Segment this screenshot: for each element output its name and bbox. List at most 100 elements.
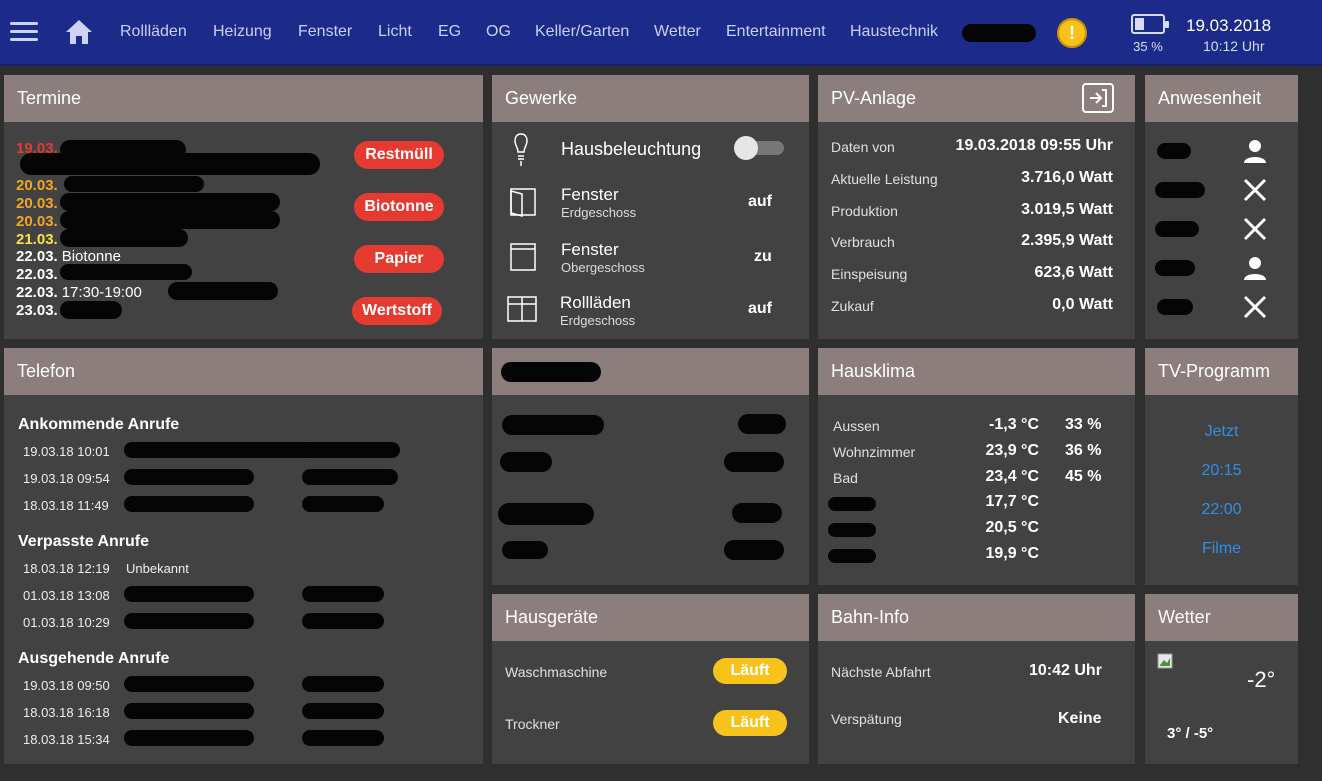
pv-value: 0,0 Watt <box>1052 296 1113 313</box>
nav-keller-garten[interactable]: Keller/Garten <box>535 23 629 41</box>
call-number-redacted <box>302 730 384 746</box>
climate-temp: 19,9 °C <box>985 545 1039 562</box>
call-number-redacted <box>302 469 398 485</box>
climate-label: Bad <box>833 470 858 486</box>
nav-heizung[interactable]: Heizung <box>213 23 272 41</box>
lightbulb-icon <box>514 133 528 166</box>
climate-temp: -1,3 °C <box>989 416 1039 433</box>
row-label: Rollläden <box>560 293 631 312</box>
termin-entry: 20.03. <box>16 213 62 230</box>
call-number-redacted <box>302 703 384 719</box>
nav-rolllaeden[interactable]: Rollläden <box>120 23 187 41</box>
resident-name-redacted <box>1157 143 1191 159</box>
panel-gewerke: Gewerke Hausbeleuchtung Fenster Erdgesch… <box>492 75 809 339</box>
appliance-label: Trockner <box>505 716 560 732</box>
redacted-text <box>20 153 320 175</box>
redacted-text <box>60 229 188 247</box>
termin-date: 20.03. <box>16 213 58 230</box>
light-label: Hausbeleuchtung <box>561 139 702 159</box>
panel-tv-programm: TV-Programm Jetzt 20:15 22:00 Filme <box>1145 348 1298 585</box>
call-time: 18.03.18 16:18 <box>23 705 110 720</box>
call-number-redacted <box>302 586 384 602</box>
panel-bahn-info: Bahn-Info Nächste Abfahrt 10:42 Uhr Vers… <box>818 594 1135 764</box>
badge-biotonne[interactable]: Biotonne <box>354 193 444 221</box>
call-section-title: Verpasste Anrufe <box>18 533 150 550</box>
tv-link[interactable]: Filme <box>1145 540 1298 558</box>
panel-title: Termine <box>4 75 483 122</box>
climate-temp: 17,7 °C <box>985 493 1039 510</box>
call-section-title: Ankommende Anrufe <box>18 416 180 433</box>
termin-entry: 22.03. <box>16 266 62 283</box>
panel-pv-anlage: PV-Anlage Daten von 19.03.2018 09:55 Uhr A… <box>818 75 1135 339</box>
call-time: 19.03.18 09:50 <box>23 678 110 693</box>
termin-entry: 21.03. <box>16 231 62 248</box>
panel-title: TV-Programm <box>1145 348 1298 395</box>
pv-value: 3.019,5 Watt <box>1021 201 1113 218</box>
nav-og[interactable]: OG <box>486 23 511 41</box>
redacted-text <box>60 211 280 229</box>
termin-date: 22.03. <box>16 284 58 301</box>
bahn-value: 10:42 Uhr <box>1029 662 1102 679</box>
home-icon[interactable] <box>64 18 94 46</box>
pv-label: Aktuelle Leistung <box>831 171 938 187</box>
badge-restmuell[interactable]: Restmüll <box>354 141 444 169</box>
call-name: Unbekannt <box>126 561 189 576</box>
pv-value: 3.716,0 Watt <box>1021 169 1113 186</box>
nav-entertainment[interactable]: Entertainment <box>726 23 826 41</box>
call-name-redacted <box>124 496 254 512</box>
nav-licht[interactable]: Licht <box>378 23 412 41</box>
weather-temp: -2° <box>1247 667 1276 692</box>
appliance-status[interactable]: Läuft <box>713 710 787 736</box>
tv-link[interactable]: 22:00 <box>1145 501 1298 519</box>
warning-icon[interactable]: ! <box>1057 18 1087 48</box>
badge-papier[interactable]: Papier <box>354 245 444 273</box>
climate-temp: 20,5 °C <box>985 519 1039 536</box>
pv-label: Produktion <box>831 203 898 219</box>
nav-redacted[interactable] <box>962 24 1036 42</box>
appliance-label: Waschmaschine <box>505 664 608 680</box>
call-time: 01.03.18 10:29 <box>23 615 110 630</box>
call-number-redacted <box>302 496 384 512</box>
tv-link[interactable]: 20:15 <box>1145 462 1298 480</box>
climate-humidity: 33 % <box>1065 416 1102 433</box>
panel-termine: Termine 19.03. 20.03. 20.03. 20.03. 21.03. 22… <box>4 75 483 339</box>
window-closed-icon <box>510 243 536 271</box>
call-number-redacted <box>302 676 384 692</box>
call-time: 19.03.18 10:01 <box>23 444 110 459</box>
battery-level <box>1135 18 1145 30</box>
menu-icon[interactable] <box>10 20 38 42</box>
window-open-icon <box>510 188 536 217</box>
call-name-redacted <box>124 676 254 692</box>
light-toggle[interactable] <box>734 136 784 160</box>
call-name-redacted <box>124 469 254 485</box>
termin-entry: 22.03. Biotonne <box>16 248 121 265</box>
termin-date: 21.03. <box>16 231 58 248</box>
current-date: 19.03.2018 <box>1186 16 1272 35</box>
pv-value: 623,6 Watt <box>1034 264 1113 281</box>
climate-label-redacted <box>828 523 876 537</box>
tv-link[interactable]: Jetzt <box>1145 423 1298 441</box>
redacted-text <box>60 264 192 280</box>
resident-name-redacted <box>1155 260 1195 276</box>
appliance-status[interactable]: Läuft <box>713 658 787 684</box>
panel-title: Wetter <box>1145 594 1298 641</box>
badge-wertstoff[interactable]: Wertstoff <box>352 297 442 325</box>
nav-eg[interactable]: EG <box>438 23 461 41</box>
close-icon <box>1243 295 1267 319</box>
close-icon <box>1243 178 1267 202</box>
call-section-title: Ausgehende Anrufe <box>18 650 170 667</box>
nav-fenster[interactable]: Fenster <box>298 23 352 41</box>
panel-telefon: Telefon Ankommende Anrufe 19.03.18 10:01 1… <box>4 348 483 764</box>
row-sublabel: Erdgeschoss <box>561 205 637 220</box>
login-icon[interactable] <box>1082 83 1114 113</box>
nav-wetter[interactable]: Wetter <box>654 23 701 41</box>
climate-temp: 23,9 °C <box>985 442 1039 459</box>
weather-range: 3° / -5° <box>1167 725 1214 742</box>
resident-name-redacted <box>1155 182 1205 198</box>
nav-haustechnik[interactable]: Haustechnik <box>850 23 938 41</box>
person-icon <box>1244 140 1266 163</box>
termin-entry: 22.03. 17:30-19:00 <box>16 284 142 301</box>
row-sublabel: Erdgeschoss <box>560 313 636 328</box>
pv-label: Einspeisung <box>831 266 908 282</box>
close-icon <box>1243 217 1267 241</box>
